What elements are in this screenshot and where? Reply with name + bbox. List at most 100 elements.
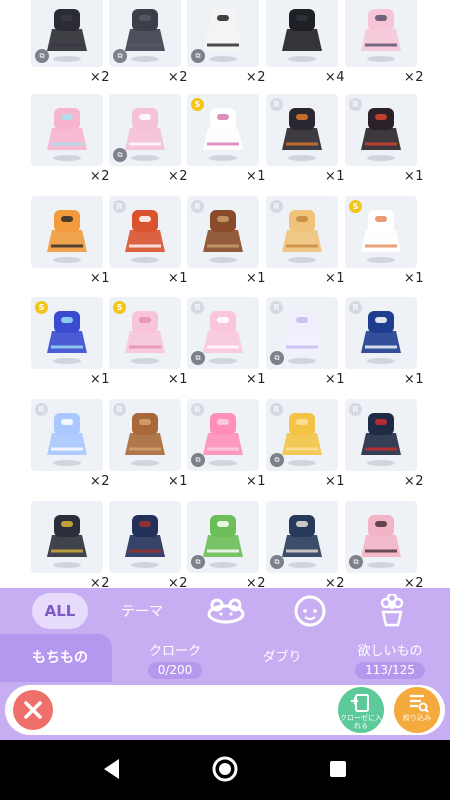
item-thumbnail: ⧉ [345,501,417,573]
item-card[interactable]: R ×2 [31,399,110,502]
category-theme-button[interactable]: テーマ [112,592,172,630]
item-quantity: ×1 [324,474,345,489]
item-shadow [209,358,237,364]
item-card[interactable]: R ×1 [187,196,266,299]
item-shadow [288,460,316,466]
item-card[interactable]: ⧉ ×2 [31,0,110,98]
item-card[interactable]: ⧉ ×2 [345,501,424,590]
item-shadow [367,460,395,466]
item-shadow [131,460,159,466]
item-card[interactable]: ⧉ ×2 [187,501,266,590]
item-shadow [209,562,237,568]
item-card[interactable]: S ×1 [187,94,266,197]
item-thumbnail: R [31,399,103,471]
item-card[interactable]: ×2 [31,94,110,197]
item-card[interactable]: R ⧉ ×1 [187,399,266,502]
item-thumbnail [31,501,103,573]
back-button[interactable] [97,754,127,784]
item-card[interactable]: ×4 [266,0,345,98]
item-quantity: ×2 [167,70,188,85]
tab-wishlist[interactable]: 欲しいもの 113/125 [342,634,438,682]
item-thumbnail: S [31,297,103,369]
item-card[interactable]: R ⧉ ×1 [266,297,345,400]
close-button[interactable] [13,690,53,730]
ribbon-hair-icon [125,210,165,252]
home-button[interactable] [210,754,240,784]
category-flower-button[interactable] [364,592,420,630]
item-shadow [288,155,316,161]
item-card[interactable]: S ×1 [31,297,110,400]
item-quantity: ×1 [324,372,345,387]
tab-daburi[interactable]: ダブり [252,634,312,682]
item-shadow [131,257,159,263]
item-quantity: ×1 [245,474,266,489]
item-card[interactable]: ×2 [345,0,424,98]
face-icon [294,595,326,627]
item-shadow [53,562,81,568]
duplicate-chip-icon: ⧉ [191,555,205,569]
pink-eyes-icon [203,108,243,150]
item-thumbnail: ⧉ [109,0,181,67]
item-card[interactable]: R ⧉ ×1 [266,399,345,502]
item-card[interactable]: R ×2 [345,399,424,502]
item-quantity: ×1 [167,271,188,286]
item-quantity: ×2 [89,169,110,184]
item-card[interactable]: ×1 [31,196,110,299]
item-card[interactable]: S ×1 [109,297,188,400]
wishlist-count: 113/125 [355,662,425,679]
tab-cloak[interactable]: クローク 0/200 [130,634,220,682]
item-quantity: ×2 [167,169,188,184]
item-card[interactable]: ⧉ ×2 [109,0,188,98]
category-pet-button[interactable] [198,592,254,630]
brown-argyle-dress-icon [125,413,165,455]
rarity-r-badge: R [191,301,204,314]
item-card[interactable]: ×2 [109,501,188,590]
item-shadow [367,155,395,161]
item-thumbnail [31,196,103,268]
item-card[interactable]: R ⧉ ×1 [187,297,266,400]
item-card[interactable]: S ×1 [345,196,424,299]
rarity-r-badge: R [270,200,283,213]
item-card[interactable]: R ×1 [266,94,345,197]
tab-mochimono[interactable]: もちもの [0,634,112,682]
item-shadow [288,562,316,568]
tab-daburi-label: ダブり [262,650,302,665]
duplicate-chip-icon: ⧉ [113,49,127,63]
item-shadow [53,460,81,466]
item-quantity: ×1 [245,372,266,387]
item-thumbnail [31,94,103,166]
item-shadow [53,56,81,62]
face-icon [361,210,401,252]
item-quantity: ×2 [89,474,110,489]
item-card[interactable]: ⧉ ×2 [187,0,266,98]
filter-button[interactable]: 絞り込み [394,687,440,733]
item-card[interactable]: ⧉ ×2 [266,501,345,590]
item-card[interactable]: R ×1 [109,399,188,502]
item-card[interactable]: R ×1 [109,196,188,299]
rarity-r-badge: R [270,403,283,416]
add-to-cloak-button[interactable]: クローゼに入れる [338,687,384,733]
tab-wishlist-label: 欲しいもの [357,644,423,659]
item-card[interactable]: R ×1 [345,297,424,400]
tab-mochimono-label: もちもの [32,650,88,666]
item-card[interactable]: ×2 [31,501,110,590]
item-thumbnail: R ⧉ [187,297,259,369]
recents-button[interactable] [323,754,353,784]
item-card[interactable]: R ×1 [266,196,345,299]
item-shadow [131,358,159,364]
item-card[interactable]: ⧉ ×2 [109,94,188,197]
item-thumbnail: S [345,196,417,268]
rarity-r-badge: R [191,403,204,416]
navy-jacket-icon [125,515,165,557]
category-face-button[interactable] [282,592,338,630]
item-quantity: ×2 [89,70,110,85]
filter-icon [410,694,429,713]
item-quantity: ×1 [245,271,266,286]
item-thumbnail [109,501,181,573]
item-card[interactable]: R ×1 [345,94,424,197]
item-shadow [367,358,395,364]
category-all-button[interactable]: ALL [32,593,88,629]
item-shadow [53,257,81,263]
white-gown-icon [282,311,322,353]
orange-boots-icon [47,210,87,252]
